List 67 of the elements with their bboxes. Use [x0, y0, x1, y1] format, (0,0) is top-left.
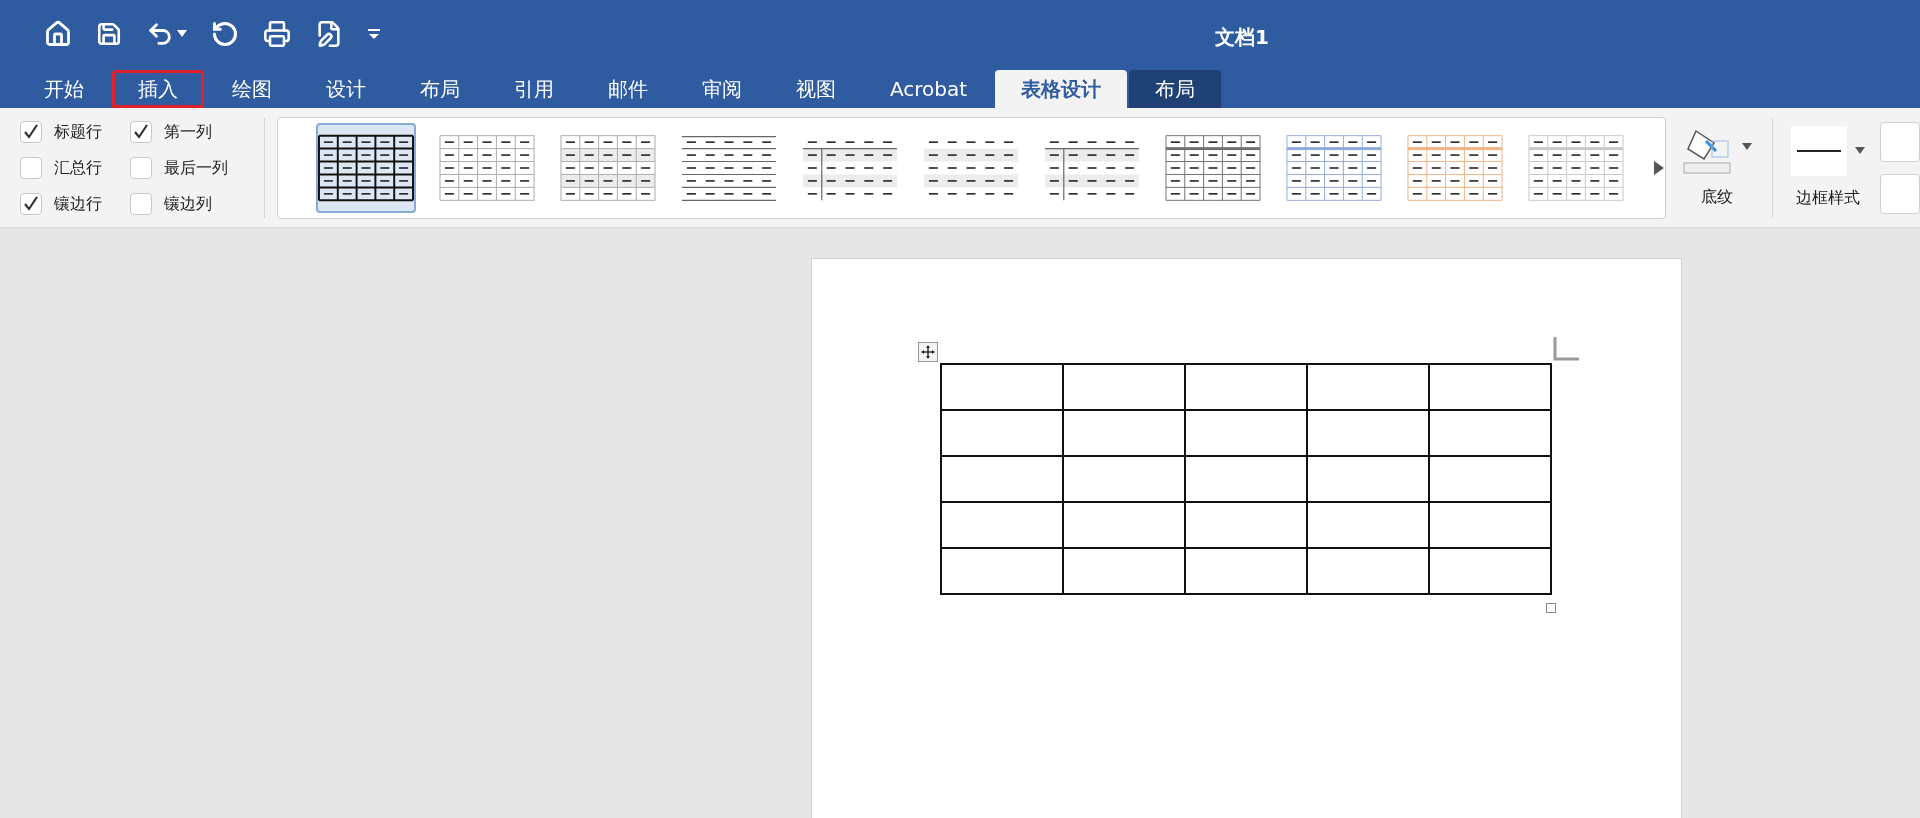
checkbox-label: 镶边列 — [164, 192, 212, 215]
checkbox[interactable] — [130, 120, 152, 143]
table-move-handle-icon[interactable] — [918, 342, 938, 362]
border-style-button[interactable]: 边框样式 — [1786, 117, 1870, 218]
table-cell[interactable] — [941, 548, 1063, 594]
checkbox-label: 最后一列 — [164, 156, 228, 179]
checkbox-label: 汇总行 — [54, 156, 102, 179]
ribbon-tab[interactable]: 表格设计 — [995, 70, 1128, 108]
table-cell[interactable] — [1185, 456, 1307, 502]
line-sample-icon — [1791, 125, 1848, 176]
table-cell[interactable] — [1063, 364, 1185, 410]
checkbox-label: 标题行 — [54, 120, 102, 143]
table-cell[interactable] — [1185, 410, 1307, 456]
table-cell[interactable] — [1063, 410, 1185, 456]
print-icon[interactable] — [263, 19, 291, 48]
table-cell[interactable] — [1429, 364, 1551, 410]
ribbon-tab[interactable]: Acrobat — [864, 70, 994, 108]
caret-icon — [1855, 147, 1866, 154]
checkbox[interactable] — [130, 192, 152, 215]
table-cell[interactable] — [1429, 410, 1551, 456]
table-cell[interactable] — [1063, 502, 1185, 548]
ribbon-tab[interactable]: 插入 — [112, 70, 204, 108]
ribbon-tab[interactable]: 设计 — [300, 70, 392, 108]
ribbon-tab[interactable]: 布局 — [394, 70, 486, 108]
table-cell[interactable] — [941, 502, 1063, 548]
gallery-scroll-right-icon[interactable] — [1652, 159, 1665, 176]
table-resize-handle-icon[interactable] — [1546, 603, 1556, 613]
table-cell[interactable] — [941, 364, 1063, 410]
ribbon-tab[interactable]: 开始 — [18, 70, 110, 108]
table-cell[interactable] — [1185, 502, 1307, 548]
caret-icon — [177, 30, 187, 37]
checkbox[interactable] — [130, 156, 152, 179]
table-cell[interactable] — [1307, 364, 1429, 410]
table-cell[interactable] — [1307, 502, 1429, 548]
ribbon-tab[interactable]: 邮件 — [582, 70, 674, 108]
checkbox-label: 第一列 — [164, 120, 212, 143]
save-icon[interactable] — [96, 20, 122, 47]
table-cell[interactable] — [1429, 456, 1551, 502]
table-cell[interactable] — [1429, 548, 1551, 594]
edit-document-icon[interactable] — [315, 19, 343, 48]
table-cell[interactable] — [1063, 456, 1185, 502]
table-cell[interactable] — [1307, 456, 1429, 502]
table-cell[interactable] — [941, 410, 1063, 456]
table-cell[interactable] — [1307, 548, 1429, 594]
table-cell[interactable] — [1063, 548, 1185, 594]
ribbon-tab[interactable]: 绘图 — [206, 70, 298, 108]
ribbon-tab[interactable]: 视图 — [770, 70, 862, 108]
shading-button[interactable]: 底纹 — [1675, 117, 1758, 218]
checkbox[interactable] — [20, 120, 42, 143]
caret-icon — [1741, 142, 1752, 150]
table-cell[interactable] — [941, 456, 1063, 502]
checkbox[interactable] — [20, 156, 42, 179]
ribbon-tab[interactable]: 审阅 — [676, 70, 768, 108]
table-corner-mark-icon — [1553, 337, 1579, 361]
table-cell[interactable] — [1185, 364, 1307, 410]
customize-toolbar-icon[interactable] — [367, 27, 381, 40]
ribbon-tab[interactable]: 布局 — [1129, 70, 1222, 108]
checkbox[interactable] — [20, 192, 42, 215]
checkbox-label: 镶边行 — [54, 192, 102, 215]
redo-icon[interactable] — [211, 19, 239, 48]
home-icon[interactable] — [44, 19, 72, 48]
table-cell[interactable] — [1429, 502, 1551, 548]
table-style-thumbnail[interactable] — [315, 122, 416, 213]
ribbon-tab[interactable]: 引用 — [488, 70, 580, 108]
window-title: 文档1 — [1215, 24, 1269, 51]
table-cell[interactable] — [1185, 548, 1307, 594]
table-cell[interactable] — [1307, 410, 1429, 456]
